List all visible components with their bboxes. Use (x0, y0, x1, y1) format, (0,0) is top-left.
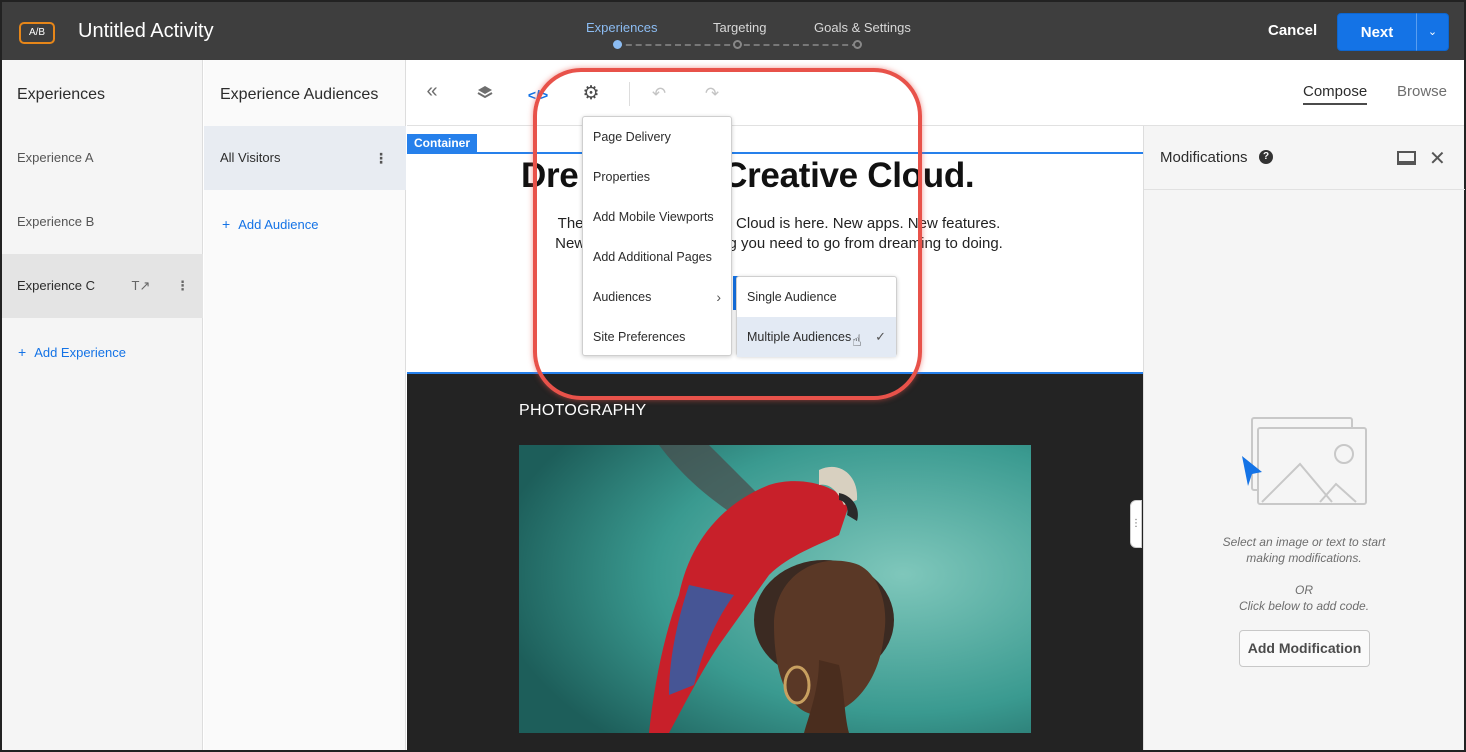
add-audience-label: Add Audience (238, 217, 319, 232)
container-tag[interactable]: Container (407, 134, 478, 153)
submenu-item-single-audience[interactable]: Single Audience (737, 277, 896, 317)
section-heading[interactable]: PHOTOGRAPHY (519, 402, 646, 420)
modifications-header: Modifications ? ✕ (1144, 126, 1465, 190)
cancel-button[interactable]: Cancel (1268, 22, 1317, 39)
tab-compose[interactable]: Compose (1303, 83, 1368, 105)
audiences-submenu: Single Audience Multiple Audiences ✓ (736, 276, 897, 357)
plus-icon: + (222, 216, 231, 232)
add-modification-button[interactable]: Add Modification (1239, 630, 1370, 667)
help-icon[interactable]: ? (1259, 150, 1273, 164)
rename-icon[interactable]: T↗ (132, 278, 151, 293)
hint-line: Click below to add code. (1238, 599, 1370, 613)
add-audience-link[interactable]: + Add Audience (222, 216, 318, 232)
menu-item-label: Page Delivery (593, 130, 671, 144)
menu-item-properties[interactable]: Properties (583, 157, 731, 197)
redo-icon[interactable]: ↷ (701, 84, 723, 104)
menu-item-add-mobile-viewports[interactable]: Add Mobile Viewports (583, 197, 731, 237)
step-goals-settings[interactable]: Goals & Settings (814, 20, 911, 35)
step-dot-goals (853, 40, 862, 49)
tab-browse[interactable]: Browse (1397, 83, 1447, 100)
undo-icon[interactable]: ↶ (648, 84, 670, 104)
add-experience-link[interactable]: + Add Experience (18, 344, 126, 360)
chevron-down-icon: ⌄ (1427, 26, 1438, 38)
activity-title[interactable]: Untitled Activity (78, 20, 214, 43)
panel-resize-handle[interactable]: ⋮ (1130, 500, 1142, 548)
menu-item-label: Site Preferences (593, 330, 686, 344)
gear-icon[interactable]: ⚙ (580, 82, 602, 105)
audience-item[interactable]: All Visitors ⋮ (204, 126, 406, 190)
submenu-item-multiple-audiences[interactable]: Multiple Audiences ✓ (737, 317, 896, 357)
step-dot-targeting (733, 40, 742, 49)
more-options-icon[interactable]: ⋮ (176, 278, 189, 293)
experience-label: Experience B (17, 214, 95, 229)
step-experiences[interactable]: Experiences (586, 20, 658, 35)
container-outline (407, 152, 1143, 154)
submenu-item-label: Multiple Audiences (747, 330, 852, 344)
experience-item-c[interactable]: Experience C T↗ ⋮ (2, 254, 203, 318)
audiences-title: Experience Audiences (220, 86, 379, 103)
menu-item-page-delivery[interactable]: Page Delivery (583, 117, 731, 157)
menu-item-label: Audiences (593, 290, 652, 304)
close-icon[interactable]: ✕ (1429, 146, 1446, 171)
checkmark-icon: ✓ (875, 329, 886, 344)
toolbar-divider (629, 82, 630, 106)
layers-icon[interactable] (474, 84, 496, 107)
menu-item-label: Add Additional Pages (593, 250, 712, 264)
workflow-steps: Experiences Targeting Goals & Settings (562, 20, 942, 56)
hint-line: Select an image or text to start (1222, 535, 1386, 549)
add-experience-label: Add Experience (34, 345, 126, 360)
chevron-right-icon: › (716, 289, 721, 305)
submenu-item-label: Single Audience (747, 290, 837, 304)
hint-line: making modifications. (1246, 551, 1362, 565)
modifications-title: Modifications (1160, 149, 1248, 166)
or-label: OR (1295, 583, 1313, 597)
collapse-panels-icon[interactable]: « (421, 80, 443, 103)
modifications-panel: Modifications ? ✕ Select an image or tex… (1143, 126, 1465, 750)
audiences-panel: Experience Audiences All Visitors ⋮ + Add… (204, 60, 406, 750)
parrot-portrait-image[interactable] (519, 445, 1031, 733)
experience-label: Experience A (17, 150, 94, 165)
menu-item-audiences[interactable]: Audiences › (583, 277, 731, 317)
select-element-illustration-icon (1242, 417, 1367, 505)
step-dot-experiences (613, 40, 622, 49)
step-targeting[interactable]: Targeting (713, 20, 766, 35)
settings-menu: Page Delivery Properties Add Mobile View… (582, 116, 732, 356)
experience-item-a[interactable]: Experience A (2, 126, 203, 190)
modifications-hint: Select an image or text to start making … (1204, 534, 1404, 614)
plus-icon: + (18, 344, 27, 360)
more-options-icon[interactable]: ⋮ (374, 126, 388, 190)
menu-item-add-additional-pages[interactable]: Add Additional Pages (583, 237, 731, 277)
audience-label: All Visitors (220, 150, 281, 165)
photography-section[interactable]: PHOTOGRAPHY (407, 374, 1143, 750)
experience-tools: T↗ ⋮ (132, 254, 189, 318)
next-button[interactable]: Next (1337, 13, 1417, 51)
experiences-title: Experiences (17, 86, 106, 103)
menu-item-site-preferences[interactable]: Site Preferences (583, 317, 731, 357)
experience-item-b[interactable]: Experience B (2, 190, 203, 254)
experiences-panel: Experiences Experience A Experience B Ex… (2, 60, 203, 750)
panel-dock-icon[interactable] (1397, 151, 1416, 165)
code-editor-icon[interactable]: </> (527, 87, 549, 103)
hand-cursor-icon: ☝ (852, 333, 862, 350)
experience-label: Experience C (17, 278, 96, 293)
page-canvas[interactable]: Container Dre er. Creative Cloud. The n … (407, 126, 1143, 750)
menu-item-label: Add Mobile Viewports (593, 210, 714, 224)
top-bar: A/B Untitled Activity Experiences Target… (0, 0, 1466, 60)
ab-activity-badge: A/B (19, 22, 55, 44)
menu-item-label: Properties (593, 170, 650, 184)
editor-toolbar: « </> ⚙ ↶ ↷ Compose Browse (407, 60, 1464, 126)
next-dropdown-button[interactable]: ⌄ (1416, 13, 1449, 51)
